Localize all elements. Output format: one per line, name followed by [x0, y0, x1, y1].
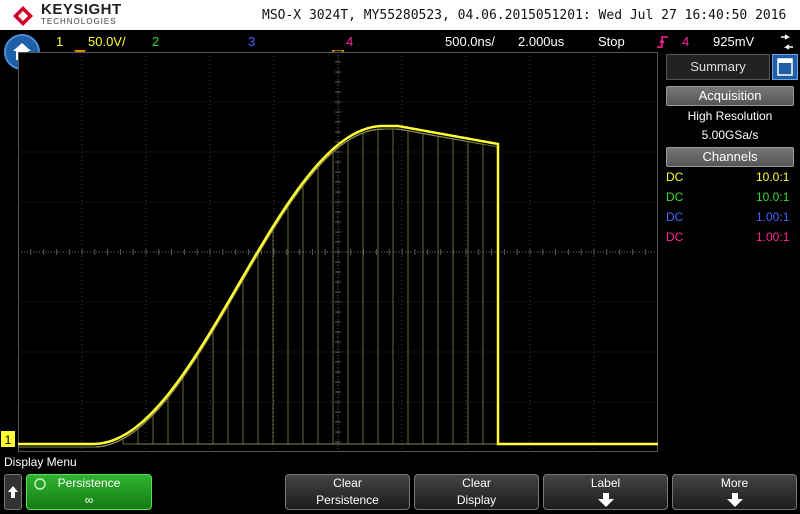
ch2-probe: 10.0:1	[756, 190, 790, 204]
arrow-down-icon	[726, 493, 743, 507]
menu-title: Display Menu	[4, 455, 77, 469]
clear-persistence-line1: Clear	[333, 476, 362, 490]
persistence-value: ∞	[84, 493, 94, 507]
trigger-edge-icon	[657, 36, 668, 48]
sample-rate: 5.00GSa/s	[701, 128, 759, 142]
acquisition-mode: High Resolution	[687, 109, 773, 123]
persistence-button[interactable]: Persistence ∞	[26, 474, 152, 510]
menu-up-button[interactable]	[4, 474, 22, 510]
graticule	[18, 52, 658, 452]
clear-persistence-line2: Persistence	[316, 493, 379, 507]
ch1-number[interactable]: 1	[56, 34, 63, 49]
ch4-coupling: DC	[666, 230, 684, 244]
ch1-coupling: DC	[666, 170, 684, 184]
persistence-trace	[18, 139, 658, 448]
acquisition-header: Acquisition	[666, 86, 794, 106]
brand-sub: TECHNOLOGIES	[41, 17, 117, 26]
clear-display-button[interactable]: Clear Display	[414, 474, 539, 510]
clear-persistence-button[interactable]: Clear Persistence	[285, 474, 410, 510]
ch3-coupling: DC	[666, 210, 684, 224]
arrow-down-icon	[597, 493, 614, 507]
keysight-logo-icon	[13, 6, 33, 26]
run-state: Stop	[598, 34, 625, 49]
clear-display-line1: Clear	[462, 476, 491, 490]
waveform-display[interactable]	[18, 52, 658, 452]
label-button[interactable]: Label	[543, 474, 668, 510]
more-button-text: More	[720, 476, 749, 490]
ch1-probe: 10.0:1	[756, 170, 790, 184]
ch1-ground-marker-label: 1	[5, 433, 12, 447]
label-button-text: Label	[590, 476, 621, 490]
arrow-up-icon	[8, 486, 18, 498]
side-panel: Summary Acquisition High Resolution 5.00…	[660, 52, 800, 452]
ch2-coupling: DC	[666, 190, 684, 204]
channels-header: Channels	[666, 147, 794, 167]
ch1-ground-marker[interactable]: 1	[0, 430, 18, 450]
persistence-trace	[18, 204, 658, 448]
ch3-number[interactable]: 3	[248, 34, 255, 49]
brand-name: KEYSIGHT	[41, 1, 122, 18]
ch4-number[interactable]: 4	[346, 34, 353, 49]
more-button[interactable]: More	[672, 474, 797, 510]
tab-summary[interactable]: Summary	[666, 54, 770, 80]
ch3-probe: 1.00:1	[756, 210, 790, 224]
arrow-right-icon[interactable]	[778, 34, 796, 50]
window-title: MSO-X 3024T, MY55280523, 04.06.201505120…	[262, 8, 787, 23]
ch1-scale[interactable]: 50.0V/	[88, 34, 126, 49]
tab-menu[interactable]	[772, 54, 798, 80]
time-scale[interactable]: 2.000us	[518, 34, 564, 49]
clear-display-line2: Display	[456, 493, 497, 507]
ch4-probe: 1.00:1	[756, 230, 790, 244]
ch2-number[interactable]: 2	[152, 34, 159, 49]
trigger-level[interactable]: 925mV	[713, 34, 754, 49]
time-delay[interactable]: 500.0ns/	[445, 34, 495, 49]
menu-grid-icon	[777, 58, 793, 76]
knob-icon	[34, 478, 46, 490]
trigger-channel[interactable]: 4	[682, 34, 689, 49]
